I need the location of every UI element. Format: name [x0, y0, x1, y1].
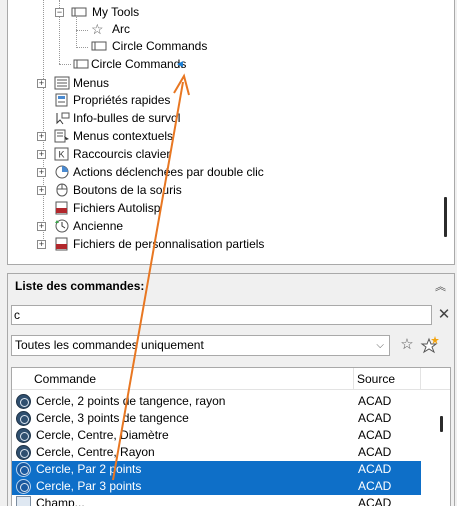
expand-icon[interactable]: + [37, 222, 46, 231]
command-source: ACAD [358, 479, 392, 493]
mouse-icon [56, 183, 68, 197]
double-click-icon [55, 165, 69, 179]
clear-search-icon[interactable]: ✕ [435, 305, 453, 325]
toolbar-icon [91, 41, 107, 51]
tree-item-lisp-files[interactable]: Fichiers Autolisp [8, 200, 438, 217]
keyboard-icon: K [54, 147, 69, 161]
context-menu-icon [54, 129, 69, 143]
partial-cui-icon [55, 237, 68, 251]
command-list-title: Liste des commandes: [15, 279, 145, 293]
command-table-scrollbar-thumb[interactable] [440, 416, 443, 432]
circle-icon [16, 394, 31, 409]
insert-marker-icon: ◄ [175, 59, 185, 70]
tooltip-icon [56, 112, 70, 125]
tree-item-quick-properties[interactable]: Propriétés rapides [8, 92, 438, 109]
tree-item-double-click-actions[interactable]: + Actions déclenchées par double clic [8, 164, 438, 181]
customization-tree[interactable]: − My Tools ☆ Arc Circle Commands Circle … [7, 0, 455, 265]
properties-icon [55, 93, 68, 107]
command-filter-value: Toutes les commandes uniquement [15, 338, 204, 352]
collapse-icon[interactable]: − [55, 8, 64, 17]
circle-icon [16, 428, 31, 443]
chevron-down-icon: ⌵ [376, 340, 384, 351]
expand-icon[interactable]: + [37, 240, 46, 249]
table-row[interactable]: Cercle, 3 points de tangence ACAD [12, 410, 421, 427]
expand-icon[interactable]: + [37, 132, 46, 141]
command-source: ACAD [358, 411, 392, 425]
command-name: Cercle, Par 3 points [36, 479, 142, 493]
command-table[interactable]: Commande Source Cercle, 2 points de tang… [11, 367, 451, 506]
table-row[interactable]: Champ... ACAD [12, 495, 421, 506]
tree-item-shortcut-menus[interactable]: + Menus contextuels [8, 128, 438, 145]
command-name: Cercle, 2 points de tangence, rayon [36, 394, 226, 408]
tree-item-keyboard-shortcuts[interactable]: + K Raccourcis clavier [8, 146, 438, 163]
tree-item-partial-customization-files[interactable]: + Fichiers de personnalisation partiels [8, 236, 438, 253]
column-divider [420, 368, 421, 390]
tree-item-mouse-buttons[interactable]: + Boutons de la souris [8, 182, 438, 199]
toolbar-icon [71, 7, 87, 17]
column-divider [353, 368, 354, 390]
tree-item-arc[interactable]: ☆ Arc [8, 21, 438, 38]
lisp-file-icon [55, 201, 68, 215]
toolbar-icon [73, 59, 89, 69]
circle-icon [16, 411, 31, 426]
command-name: Champ... [36, 496, 85, 506]
column-header-command[interactable]: Commande [34, 372, 96, 386]
table-row[interactable]: Cercle, 2 points de tangence, rayon ACAD [12, 393, 421, 410]
command-table-header: Commande Source [12, 368, 450, 390]
circle-icon [16, 479, 31, 494]
table-row-selected[interactable]: Cercle, Par 2 points ACAD [12, 461, 421, 478]
command-source: ACAD [358, 428, 392, 442]
tree-item-my-tools[interactable]: − My Tools [8, 4, 438, 21]
circle-icon [16, 445, 31, 460]
tree-item-legacy[interactable]: + Ancienne [8, 218, 438, 235]
column-header-source[interactable]: Source [357, 372, 395, 386]
command-name: Cercle, Centre, Diamètre [36, 428, 169, 442]
star-icon: ☆ [91, 21, 104, 37]
command-source: ACAD [358, 496, 392, 506]
command-name: Cercle, Centre, Rayon [36, 445, 155, 459]
favorite-star-icon[interactable]: ☆ [398, 336, 416, 354]
table-row[interactable]: Cercle, Centre, Diamètre ACAD [12, 427, 421, 444]
command-name: Cercle, 3 points de tangence [36, 411, 189, 425]
command-name: Cercle, Par 2 points [36, 462, 142, 476]
command-filter-select[interactable]: Toutes les commandes uniquement ⌵ [11, 335, 390, 356]
command-list-panel: Liste des commandes: ︽ c ✕ Toutes les co… [7, 273, 455, 506]
create-command-icon[interactable] [420, 335, 440, 355]
field-icon [16, 496, 31, 506]
expand-icon[interactable]: + [37, 186, 46, 195]
tree-item-circle-commands[interactable]: Circle Commands [8, 38, 438, 55]
tree-scrollbar[interactable] [437, 0, 454, 264]
menu-icon [54, 76, 70, 90]
command-source: ACAD [358, 394, 392, 408]
tree-item-rollover-tooltips[interactable]: Info-bulles de survol [8, 110, 438, 127]
collapse-panel-icon[interactable]: ︽ [435, 278, 446, 294]
tree-scrollbar-thumb[interactable] [444, 197, 447, 237]
table-row-selected[interactable]: Cercle, Par 3 points ACAD [12, 478, 421, 495]
tree-item-menus[interactable]: + Menus [8, 75, 438, 92]
table-row[interactable]: Cercle, Centre, Rayon ACAD [12, 444, 421, 461]
command-list-header: Liste des commandes: ︽ [8, 274, 454, 298]
command-source: ACAD [358, 462, 392, 476]
command-table-scrollbar[interactable] [433, 391, 450, 506]
expand-icon[interactable]: + [37, 79, 46, 88]
svg-text:K: K [58, 150, 64, 160]
command-search-input[interactable]: c [11, 305, 432, 325]
tree-item-circle-commands-new[interactable]: Circle Commands ◄ [8, 56, 438, 73]
command-source: ACAD [358, 445, 392, 459]
legacy-icon [55, 219, 69, 233]
expand-icon[interactable]: + [37, 168, 46, 177]
expand-icon[interactable]: + [37, 150, 46, 159]
circle-icon [16, 462, 31, 477]
